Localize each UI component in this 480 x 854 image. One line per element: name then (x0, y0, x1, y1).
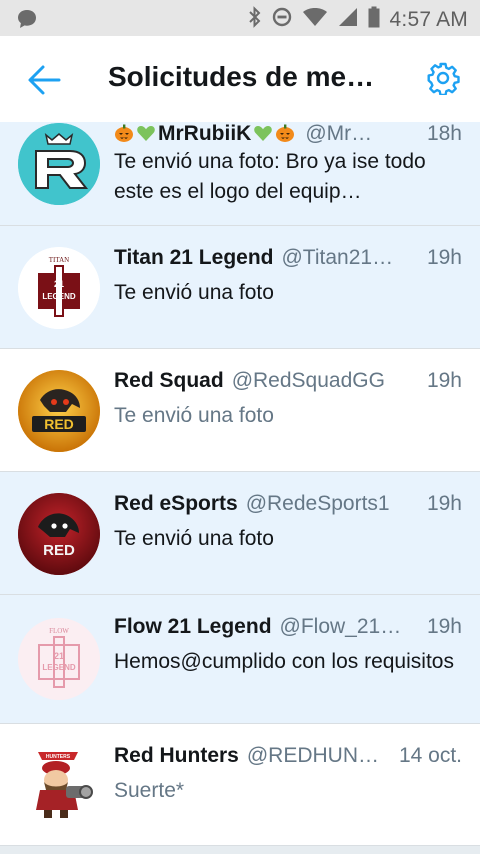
page-title: Solicitudes de men… (108, 61, 390, 92)
conversation-row[interactable]: TITAN 21 LEGEND Titan 21 Legend @Titan21… (0, 226, 480, 349)
message-time: 19h (426, 615, 462, 638)
sender-name: MrRubiiK (114, 122, 297, 146)
pumpkin-emoji-icon (114, 123, 134, 143)
cell-signal-icon (338, 7, 358, 32)
gear-icon[interactable] (426, 61, 460, 97)
svg-text:21: 21 (54, 279, 64, 289)
battery-icon (368, 6, 380, 33)
message-time: 19h (426, 492, 462, 515)
message-time: 18h (426, 122, 462, 145)
green-heart-emoji-icon (136, 123, 156, 143)
app-bar: Solicitudes de men… (0, 36, 480, 122)
flow-21-legend-avatar: FLOW 21 LEGEND (18, 618, 100, 700)
svg-text:21: 21 (54, 651, 64, 661)
sender-name: Titan 21 Legend (114, 246, 274, 269)
svg-text:LEGEND: LEGEND (42, 663, 76, 672)
message-time: 19h (426, 369, 462, 392)
status-time: 4:57 AM (389, 7, 468, 31)
sender-name: Flow 21 Legend (114, 615, 272, 638)
conversation-row[interactable]: RED Red Squad @RedSquadGG 19h Te envió u… (0, 349, 480, 472)
conversation-row[interactable]: RED Red eSports @RedeSports1 19h Te envi… (0, 472, 480, 595)
pumpkin-emoji-icon (275, 123, 295, 143)
sender-handle: @RedeSports1 (245, 492, 390, 515)
red-squad-avatar: RED (18, 370, 100, 452)
sender-handle: @RedSquadGG (231, 369, 385, 392)
sender-name: Red Hunters (114, 744, 239, 767)
red-esports-avatar: RED (18, 493, 100, 575)
svg-text:HUNTERS: HUNTERS (46, 754, 71, 760)
rubiik-logo-avatar (18, 123, 100, 205)
message-requests-list: MrRubiiK @Mr… 18h Te envió una foto: Bro… (0, 122, 480, 854)
chat-notification-icon (16, 8, 38, 35)
message-preview: Te envió una foto (114, 281, 274, 304)
svg-text:RED: RED (43, 542, 75, 559)
message-preview: Te envió una foto (114, 527, 274, 550)
status-bar: 4:57 AM (0, 0, 480, 36)
sender-name: Red eSports (114, 492, 238, 515)
back-arrow-icon[interactable] (26, 64, 62, 96)
list-bottom-divider (0, 846, 480, 854)
sender-name: Red Squad (114, 369, 224, 392)
sender-handle: @REDHUN… (246, 744, 380, 767)
bluetooth-icon (248, 6, 262, 33)
message-preview: Te envió una foto: Bro ya ise todo este … (114, 150, 426, 203)
sender-handle: @Mr… (305, 122, 373, 145)
message-preview: Te envió una foto (114, 404, 274, 427)
conversation-row[interactable]: HUNTERS Red Hunters @REDHUN… 14 oct. Sue… (0, 724, 480, 846)
message-time: 19h (426, 246, 462, 269)
message-preview: Suerte* (114, 779, 185, 802)
message-preview: Hemos@cumplido con los requisitos (114, 650, 454, 673)
sender-handle: @Flow_21… (279, 615, 402, 638)
svg-text:RED: RED (44, 416, 74, 432)
wifi-icon (302, 7, 328, 32)
conversation-row[interactable]: FLOW 21 LEGEND Flow 21 Legend @Flow_21… … (0, 595, 480, 724)
message-time: 14 oct. (398, 744, 462, 767)
titan-21-legend-avatar: TITAN 21 LEGEND (18, 247, 100, 329)
do-not-disturb-icon (272, 7, 292, 32)
green-heart-emoji-icon (253, 123, 273, 143)
conversation-row[interactable]: MrRubiiK @Mr… 18h Te envió una foto: Bro… (0, 122, 480, 226)
svg-text:LEGEND: LEGEND (42, 292, 76, 301)
red-hunters-avatar: HUNTERS (18, 742, 100, 824)
svg-text:TITAN: TITAN (49, 256, 69, 264)
svg-text:FLOW: FLOW (49, 627, 69, 635)
sender-handle: @Titan21… (281, 246, 394, 269)
